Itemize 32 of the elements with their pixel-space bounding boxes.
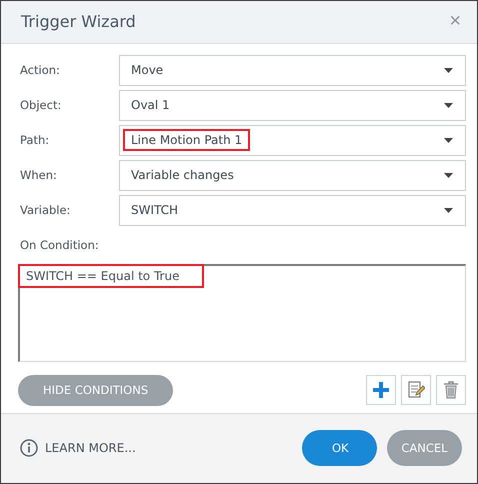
window-title: Trigger Wizard (21, 12, 136, 32)
dropdown-value: Oval 1 (130, 97, 171, 114)
field-label: Action: (19, 63, 61, 78)
add-button[interactable] (366, 375, 396, 406)
info-icon (20, 439, 38, 458)
dropdown-value: Move (130, 62, 164, 80)
caret-icon (444, 102, 453, 108)
dropdown-value: Variable changes (130, 167, 235, 184)
field-label: When: (19, 168, 58, 182)
dropdown-value: Line Motion Path 1 (123, 129, 250, 152)
dropdown-field[interactable]: SWITCH (119, 194, 466, 226)
dropdown-field[interactable]: Line Motion Path 1 (119, 124, 466, 156)
delete-button[interactable] (436, 375, 466, 406)
dropdown-field[interactable]: Move (119, 54, 466, 86)
field-label: Path: (19, 133, 50, 148)
plus-icon (373, 382, 389, 398)
caret-icon (444, 138, 453, 143)
dropdown-field[interactable]: Oval 1 (119, 90, 466, 121)
dropdown-value: SWITCH (130, 202, 180, 220)
section-label: On Condition: (20, 238, 100, 252)
ok-button[interactable]: OK (302, 430, 377, 466)
edit-note-icon (407, 381, 425, 400)
dropdown-field[interactable]: Variable changes (119, 160, 466, 191)
edit-button[interactable] (401, 375, 431, 406)
caret-icon (444, 208, 453, 213)
condition-item[interactable]: SWITCH == Equal to True (18, 264, 204, 288)
caret-icon (444, 172, 453, 178)
field-label: Variable: (19, 203, 72, 218)
trash-icon (443, 381, 459, 400)
learn-more-link[interactable]: LEARN MORE... (20, 439, 292, 458)
field-label: Object: (19, 98, 62, 112)
caret-icon (444, 68, 453, 73)
